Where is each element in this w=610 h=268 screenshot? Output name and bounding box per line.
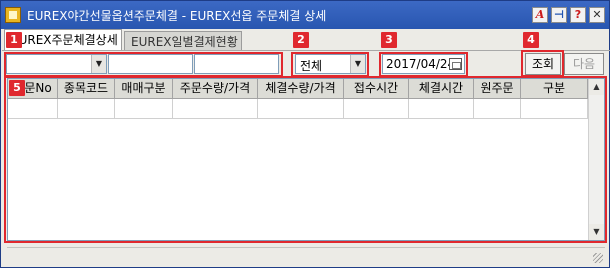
- table-cell: [409, 99, 474, 119]
- scroll-up-icon[interactable]: ▲: [589, 79, 604, 95]
- window-title: EUREX야간선물옵션주문체결 - EUREX선옵 주문체결 상세: [27, 9, 327, 23]
- vertical-scrollbar[interactable]: ▲ ▼: [588, 79, 604, 240]
- column-header[interactable]: 주문수량/가격: [173, 79, 258, 99]
- table-cell: [474, 99, 521, 119]
- marker-1: 1: [6, 32, 22, 48]
- order-grid[interactable]: 주문No 종목코드 매매구분 주문수량/가격 체결수량/가격 접수시간 체결시간…: [7, 78, 605, 241]
- close-button[interactable]: ✕: [589, 7, 605, 23]
- marker-3: 3: [381, 32, 397, 48]
- scroll-down-icon[interactable]: ▼: [589, 224, 604, 240]
- column-header[interactable]: 체결수량/가격: [258, 79, 344, 99]
- status-bar: [7, 247, 605, 265]
- column-header[interactable]: 접수시간: [344, 79, 409, 99]
- table-cell: [521, 99, 588, 119]
- marker-4: 4: [523, 32, 539, 48]
- highlight-account: [4, 52, 283, 77]
- table-cell: [344, 99, 409, 119]
- table-cell: [258, 99, 344, 119]
- marker-2: 2: [293, 32, 309, 48]
- help-button[interactable]: ?: [570, 7, 586, 23]
- column-header[interactable]: 매매구분: [115, 79, 173, 99]
- table-row[interactable]: [8, 99, 588, 119]
- table-cell: [8, 99, 58, 119]
- table-cell: [58, 99, 115, 119]
- highlight-query: [521, 50, 564, 77]
- column-header[interactable]: 체결시간: [409, 79, 474, 99]
- table-cell: [115, 99, 173, 119]
- resize-grip-icon[interactable]: [593, 253, 603, 263]
- next-button[interactable]: 다음: [564, 53, 604, 75]
- grid-header: 주문No 종목코드 매매구분 주문수량/가격 체결수량/가격 접수시간 체결시간…: [8, 79, 588, 99]
- highlight-date: [379, 52, 468, 77]
- window: EUREX야간선물옵션주문체결 - EUREX선옵 주문체결 상세 A ⊣ ? …: [0, 0, 610, 268]
- column-header[interactable]: 구분: [521, 79, 588, 99]
- divider: [2, 50, 610, 51]
- highlight-type: [291, 52, 369, 77]
- column-header[interactable]: 종목코드: [58, 79, 115, 99]
- app-icon: [5, 7, 21, 23]
- marker-5: 5: [9, 80, 25, 96]
- table-cell: [173, 99, 258, 119]
- title-bar: EUREX야간선물옵션주문체결 - EUREX선옵 주문체결 상세 A ⊣ ? …: [1, 1, 609, 29]
- column-header[interactable]: 원주문: [474, 79, 521, 99]
- tab-eurex-daily-settlement[interactable]: EUREX일별결제현황: [124, 31, 242, 51]
- pin-button[interactable]: ⊣: [551, 7, 567, 23]
- font-size-button[interactable]: A: [532, 7, 548, 23]
